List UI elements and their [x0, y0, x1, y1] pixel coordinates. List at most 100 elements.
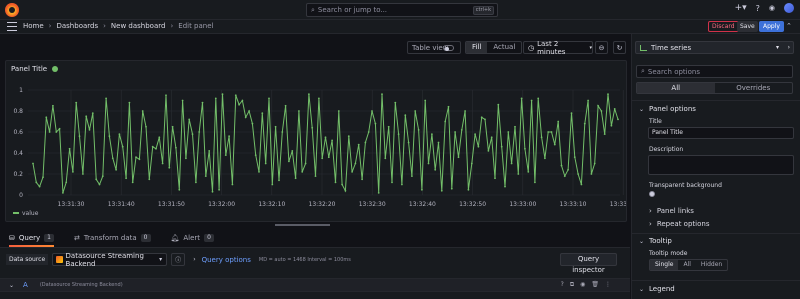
options-search-input[interactable]: ⌕ Search options [636, 65, 793, 78]
data-point [125, 177, 127, 180]
drag-handle-icon[interactable]: ⋮ [605, 281, 611, 289]
y-tick-label: 0 [19, 192, 23, 199]
avatar[interactable] [784, 3, 794, 13]
splitter-handle[interactable] [275, 224, 330, 226]
tab-transform-count: 0 [140, 234, 151, 242]
x-tick-label: 13:32:40 [409, 201, 436, 208]
eye-icon[interactable]: ◉ [580, 281, 585, 289]
data-point [211, 190, 214, 193]
data-point [72, 171, 74, 173]
datasource-picker[interactable]: Datasource Streaming Backend ▾ [52, 252, 168, 268]
apply-button[interactable]: Apply [759, 21, 784, 32]
time-series-chart[interactable]: 0 0.2 0.4 0.6 0.8 1 13:31:30 13:31:40 13:31:50 13… [6, 61, 626, 221]
legend-section[interactable]: ⌄ Legend [632, 285, 800, 293]
data-point [284, 104, 287, 107]
legend-label[interactable]: value [22, 210, 39, 217]
data-point [534, 181, 536, 184]
tooltip-mode-hidden[interactable]: Hidden [696, 260, 727, 270]
query-ref-id[interactable]: A [23, 281, 28, 289]
chevron-down-icon: ⌄ [639, 285, 645, 293]
zoom-out-button[interactable]: ⊖ [595, 41, 608, 54]
menu-icon[interactable] [7, 22, 17, 31]
fill-option[interactable]: Fill [466, 42, 488, 53]
chevron-up-icon[interactable]: ⌃ [786, 22, 792, 30]
data-point [474, 133, 476, 135]
fill-actual-switch: Fill Actual [465, 41, 523, 54]
data-point [457, 156, 460, 159]
data-point [58, 127, 61, 130]
tooltip-section[interactable]: ⌄ Tooltip [632, 237, 800, 245]
actual-option[interactable]: Actual [487, 42, 521, 53]
panel-options-section[interactable]: ⌄ Panel options [632, 105, 800, 113]
query-options-link[interactable]: Query options [202, 256, 251, 264]
table-view-toggle[interactable]: Table view [407, 41, 461, 54]
data-point [314, 175, 317, 177]
transparent-toggle[interactable] [649, 191, 655, 197]
data-point [500, 145, 503, 148]
discard-button[interactable]: Discard [708, 21, 739, 32]
data-point [467, 188, 470, 191]
data-point [397, 133, 400, 135]
help-icon[interactable]: ? [561, 281, 564, 289]
x-tick-label: 13:32:30 [359, 201, 386, 208]
data-point [593, 162, 596, 165]
divider [632, 100, 800, 101]
description-input[interactable] [648, 155, 794, 175]
breadcrumb-new-dashboard[interactable]: New dashboard [111, 22, 166, 30]
time-range-picker[interactable]: ◷ Last 2 minutes ▾ [523, 40, 593, 56]
trash-icon[interactable]: 🗑︎ [591, 281, 599, 289]
search-icon: ⌕ [311, 5, 315, 14]
help-icon[interactable]: ? [756, 4, 760, 13]
data-point [577, 173, 579, 175]
title-input[interactable]: Panel Title [648, 127, 794, 139]
breadcrumb-home[interactable]: Home [23, 22, 44, 30]
visualization-picker[interactable]: Time series ▾ › [635, 41, 794, 54]
query-editor: Data source Datasource Streaming Backend… [0, 247, 630, 299]
tooltip-mode-all[interactable]: All [678, 260, 695, 270]
copy-icon[interactable]: ⧉ [570, 281, 574, 289]
info-icon[interactable]: ⓘ [171, 253, 186, 266]
data-point [85, 115, 88, 118]
tooltip-mode-single[interactable]: Single [650, 260, 679, 270]
divider [632, 233, 800, 234]
plus-icon[interactable]: +▾ [735, 3, 747, 13]
tab-overrides[interactable]: Overrides [715, 83, 793, 93]
data-point [62, 192, 64, 194]
data-point [288, 160, 290, 163]
data-point [361, 178, 363, 181]
repeat-options-section[interactable]: › Repeat options [649, 220, 709, 228]
panel-links-section[interactable]: › Panel links [649, 207, 694, 215]
tab-all[interactable]: All [637, 83, 715, 93]
transform-icon: ⇄ [73, 234, 80, 242]
data-point [98, 183, 101, 186]
refresh-icon: ↻ [616, 43, 623, 52]
tab-query[interactable]: ⛁ Query 1 [9, 229, 54, 247]
breadcrumb-edit-panel: Edit panel [178, 22, 214, 30]
data-point [404, 114, 407, 117]
search-input[interactable]: ⌕ Search or jump to... ctrl+k [306, 3, 498, 17]
panel-options-heading: Panel options [649, 105, 696, 113]
data-point [101, 175, 104, 177]
refresh-button[interactable]: ↻ [613, 41, 626, 54]
toggle-switch[interactable] [443, 45, 454, 51]
data-point [391, 181, 393, 184]
data-point [231, 183, 234, 186]
grafana-logo-icon[interactable] [5, 3, 19, 17]
top-bar: ⌕ Search or jump to... ctrl+k +▾ ? ◉ [0, 0, 800, 20]
chevron-down-icon[interactable]: ⌄ [9, 282, 14, 289]
data-point [251, 122, 254, 125]
data-point [191, 133, 194, 135]
breadcrumb-dashboards[interactable]: Dashboards [56, 22, 98, 30]
rss-icon[interactable]: ◉ [769, 4, 775, 12]
data-point [121, 145, 124, 148]
data-point [318, 97, 320, 100]
tab-transform[interactable]: ⇄ Transform data 0 [74, 229, 151, 247]
data-point [195, 181, 197, 184]
chevron-down-icon: ▾ [159, 256, 163, 263]
chevron-right-icon[interactable]: › [788, 44, 790, 51]
tab-alert[interactable]: 🔔︎ Alert 0 [171, 229, 214, 247]
query-inspector-button[interactable]: Query inspector [560, 253, 617, 274]
data-point [487, 150, 490, 152]
data-point [424, 99, 427, 102]
save-button[interactable]: Save [737, 21, 758, 32]
